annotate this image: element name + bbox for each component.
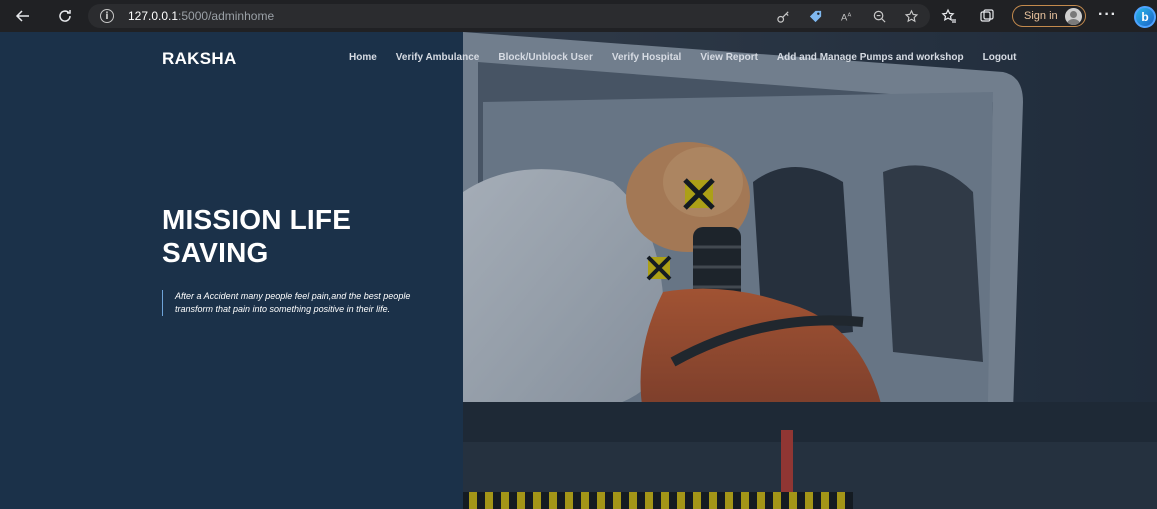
- zoom-icon[interactable]: [870, 7, 888, 25]
- url-host: 127.0.0.1: [128, 9, 179, 23]
- nav-home[interactable]: Home: [349, 52, 377, 63]
- read-aloud-icon[interactable]: AA: [838, 7, 856, 25]
- sign-in-label: Sign in: [1024, 10, 1058, 22]
- more-options-icon[interactable]: ···: [1098, 6, 1117, 24]
- url-path: :5000/adminhome: [178, 9, 275, 23]
- nav-view-report[interactable]: View Report: [700, 52, 758, 63]
- sign-in-button[interactable]: Sign in: [1012, 5, 1086, 27]
- hero-title: MISSION LIFE SAVING: [162, 204, 352, 268]
- add-favorite-icon[interactable]: [902, 7, 920, 25]
- bing-icon[interactable]: b: [1134, 6, 1156, 28]
- nav-verify-ambulance[interactable]: Verify Ambulance: [396, 52, 480, 63]
- key-icon[interactable]: [774, 7, 792, 25]
- address-bar[interactable]: i 127.0.0.1:5000/adminhome AA: [88, 4, 930, 28]
- info-icon[interactable]: i: [100, 9, 114, 23]
- collections-icon[interactable]: [978, 7, 996, 25]
- nav-block-unblock-user[interactable]: Block/Unblock User: [498, 52, 592, 63]
- refresh-icon[interactable]: [50, 1, 80, 31]
- back-icon[interactable]: [8, 1, 38, 31]
- main-nav: Home Verify Ambulance Block/Unblock User…: [349, 52, 1035, 63]
- nav-verify-hospital[interactable]: Verify Hospital: [612, 52, 681, 63]
- hero-quote: After a Accident many people feel pain,a…: [162, 290, 442, 316]
- nav-logout[interactable]: Logout: [983, 52, 1017, 63]
- hero-crash-test-image: [463, 32, 1157, 509]
- favorites-icon[interactable]: [940, 7, 958, 25]
- url-text[interactable]: 127.0.0.1:5000/adminhome: [128, 9, 274, 23]
- nav-add-manage-pumps[interactable]: Add and Manage Pumps and workshop: [777, 52, 964, 63]
- tag-icon[interactable]: [806, 7, 824, 25]
- avatar-icon: [1065, 8, 1082, 25]
- svg-text:A: A: [847, 12, 851, 18]
- browser-toolbar: i 127.0.0.1:5000/adminhome AA Sign in ··…: [0, 0, 1157, 32]
- site-brand-logo[interactable]: RAKSHA: [162, 49, 237, 69]
- page-content: RAKSHA Home Verify Ambulance Block/Unblo…: [0, 32, 1157, 509]
